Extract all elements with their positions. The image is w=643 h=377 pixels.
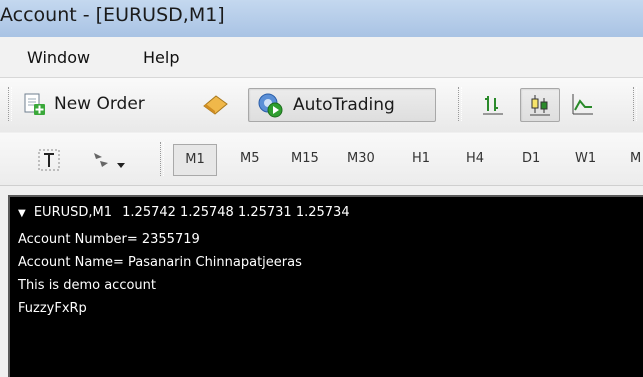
menu-item-help[interactable]: Help <box>143 48 179 67</box>
toolbar-separator-2 <box>633 87 637 121</box>
timeframe-w1[interactable]: W1 <box>575 151 596 166</box>
toolbar-separator <box>458 87 462 121</box>
account-name-text: Account Name= Pasanarin Chinnapatjeeras <box>18 255 302 270</box>
window-title: Account - [EURUSD,M1] <box>0 4 225 26</box>
demo-account-text: This is demo account <box>18 278 157 293</box>
timeframe-h1[interactable]: H1 <box>412 151 430 166</box>
timeframe-m15[interactable]: M15 <box>291 151 319 166</box>
line-chart-icon <box>570 91 596 117</box>
ea-name-text: FuzzyFxRp <box>18 301 87 316</box>
menu-item-window[interactable]: Window <box>27 48 90 67</box>
timeframe-m1[interactable]: M1 <box>173 144 217 176</box>
timeframe-toolbar: M1 M5 M15 M30 H1 H4 D1 W1 M <box>0 133 643 186</box>
autotrading-icon <box>257 92 283 118</box>
chart-header: ▼ EURUSD,M1 1.25742 1.25748 1.25731 1.25… <box>18 205 350 220</box>
timeframe-m5[interactable]: M5 <box>240 151 260 166</box>
arrows-dropdown-button[interactable] <box>88 144 126 176</box>
collapse-triangle-icon[interactable]: ▼ <box>18 208 26 219</box>
standard-toolbar: New Order AutoTrading <box>0 78 643 132</box>
new-order-icon <box>22 92 46 116</box>
bar-chart-button[interactable] <box>480 88 506 120</box>
bar-chart-icon <box>480 91 506 117</box>
strategy-tester-button[interactable] <box>200 88 230 120</box>
candlestick-chart-button[interactable] <box>520 88 560 122</box>
toolbar-separator-3 <box>160 142 164 176</box>
timeframe-h4[interactable]: H4 <box>466 151 484 166</box>
text-tool-button[interactable] <box>36 144 62 176</box>
arrows-icon <box>88 147 114 173</box>
timeframe-m30[interactable]: M30 <box>347 151 375 166</box>
chart-symbol: EURUSD,M1 <box>33 205 113 220</box>
new-order-button[interactable]: New Order <box>22 88 145 120</box>
autotrading-button[interactable]: AutoTrading <box>248 88 436 122</box>
toolbar-grip[interactable] <box>8 87 12 121</box>
autotrading-label: AutoTrading <box>293 95 395 115</box>
new-order-label: New Order <box>54 94 145 114</box>
candlestick-icon <box>527 92 553 118</box>
eraser-icon <box>200 92 230 116</box>
line-chart-button[interactable] <box>570 88 596 120</box>
timeframe-d1[interactable]: D1 <box>522 151 540 166</box>
chart-window[interactable]: ▼ EURUSD,M1 1.25742 1.25748 1.25731 1.25… <box>8 195 643 377</box>
account-number-text: Account Number= 2355719 <box>18 232 200 247</box>
title-bar: Account - [EURUSD,M1] <box>0 0 643 37</box>
text-tool-icon <box>36 147 62 173</box>
chevron-down-icon <box>116 155 126 168</box>
menu-bar: Window Help <box>0 37 643 78</box>
chart-ohlc: 1.25742 1.25748 1.25731 1.25734 <box>122 205 350 220</box>
timeframe-mn[interactable]: M <box>630 151 641 166</box>
